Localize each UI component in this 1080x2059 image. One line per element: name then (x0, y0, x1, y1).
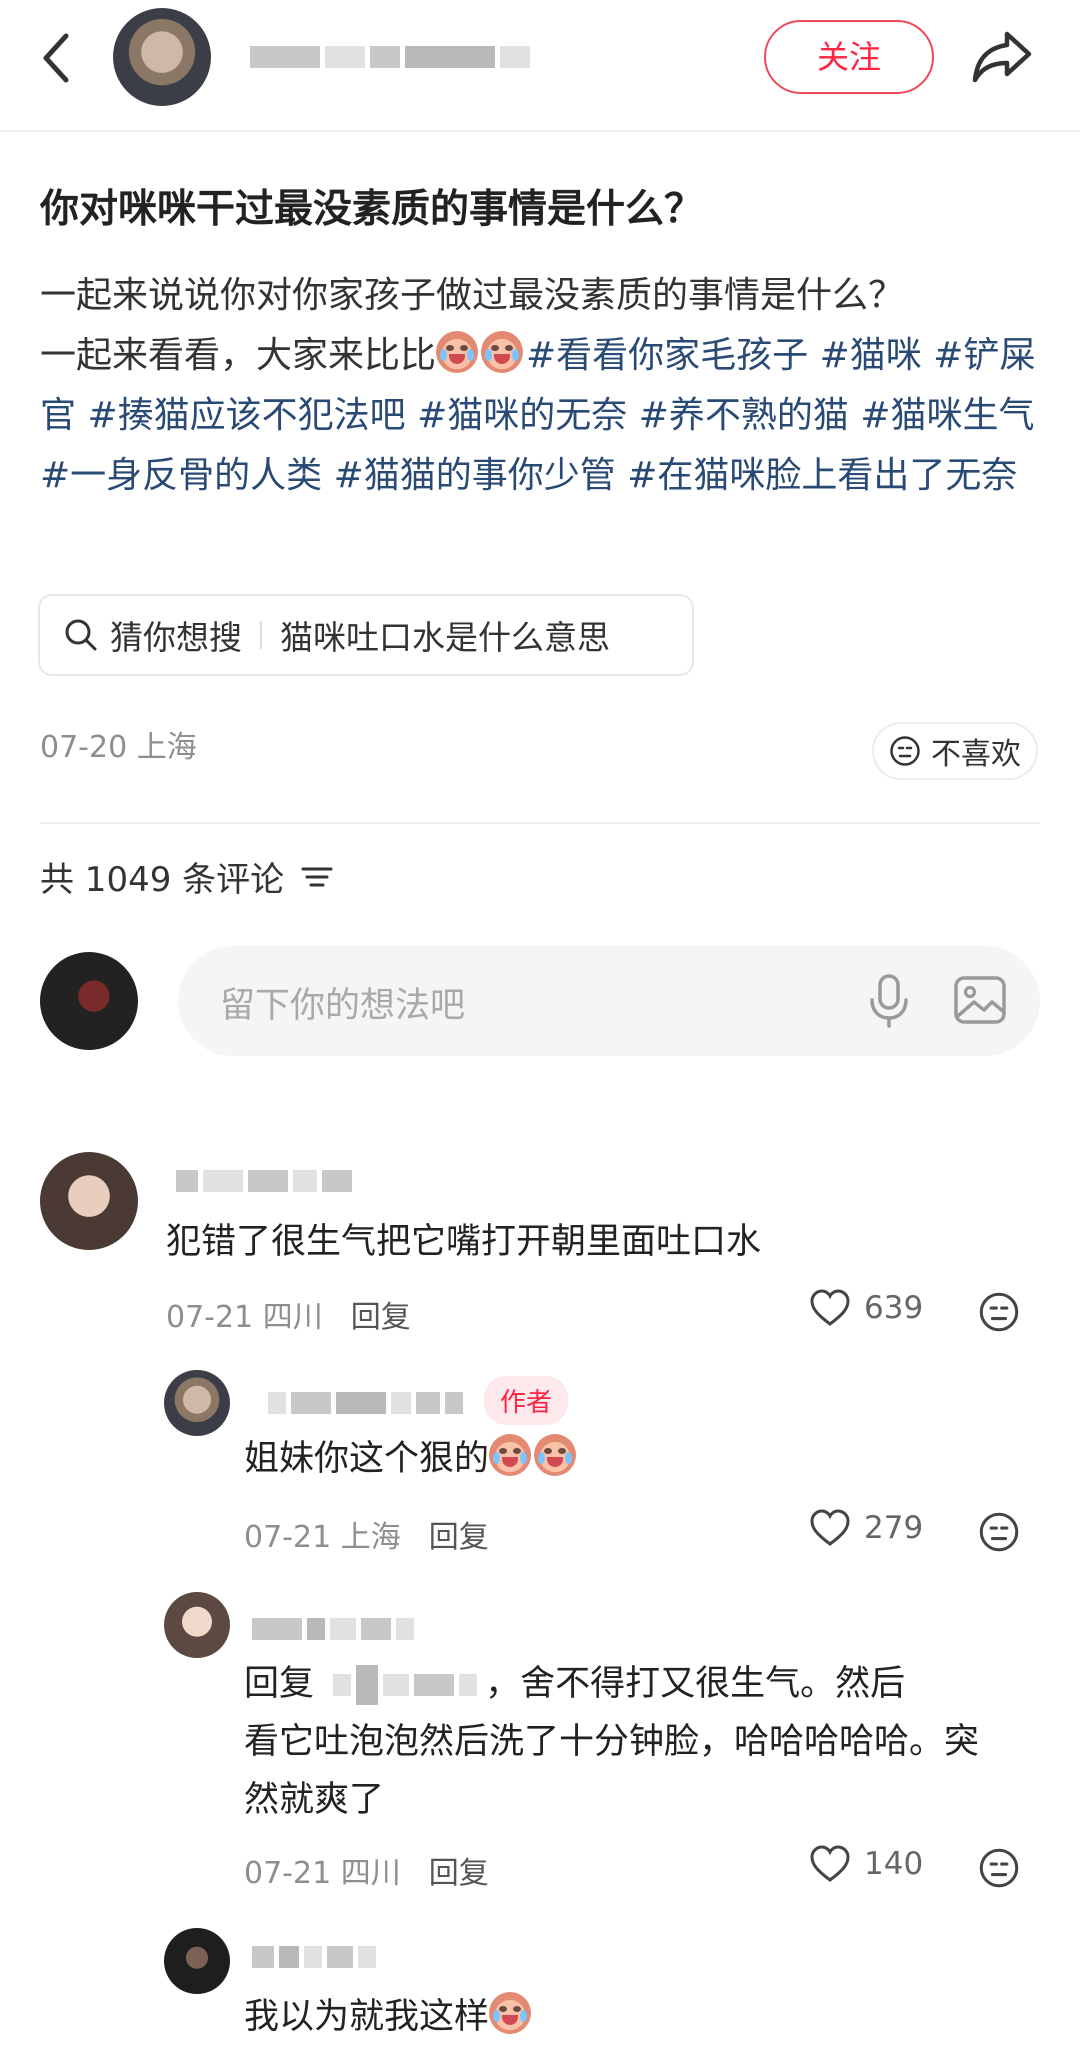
reply-prefix: 回复 (244, 1664, 315, 1704)
heart-icon (810, 1289, 850, 1326)
comment-text-content: 我以为就我这样 (244, 1997, 490, 2037)
hashtag[interactable]: #猫猫的事你少管 (334, 455, 616, 496)
comment-text: 回复 ，舍不得打又很生气。然后 看它吐泡泡然后洗了十分钟脸，哈哈哈哈哈。突 然就… (244, 1655, 979, 1829)
search-icon (65, 619, 97, 651)
microphone-icon[interactable] (864, 972, 914, 1028)
like-count: 279 (864, 1510, 924, 1546)
comment-input[interactable]: 留下你的想法吧 (178, 946, 1040, 1056)
comment-text-content: 姐妹你这个狠的 (244, 1439, 490, 1479)
comment-text: 我以为就我这样 (244, 1988, 534, 2046)
mentioned-user-blurred[interactable] (333, 1665, 478, 1705)
like-count: 639 (864, 1290, 924, 1326)
commenter-name-blurred[interactable] (176, 1170, 352, 1192)
comment-text-line-2: 看它吐泡泡然后洗了十分钟脸，哈哈哈哈哈。突 (244, 1722, 980, 1762)
comment-count: 共 1049 条评论 (40, 852, 334, 901)
hashtag[interactable]: #揍猫应该不犯法吧 (87, 395, 405, 436)
dislike-face-icon[interactable] (978, 1291, 1020, 1333)
author-name-blurred[interactable] (268, 1392, 463, 1414)
crying-emoji-icon (489, 1434, 532, 1476)
comment-meta: 07-21 四川 回复 (166, 1292, 411, 1336)
like-count: 140 (864, 1846, 924, 1882)
share-icon[interactable] (969, 24, 1035, 90)
author-badge: 作者 (484, 1376, 569, 1425)
reply-button[interactable]: 回复 (351, 1292, 411, 1336)
crying-emoji-icon (436, 331, 479, 373)
sort-icon[interactable] (300, 863, 334, 891)
divider (40, 822, 1040, 824)
author-name-blurred[interactable] (250, 46, 530, 68)
comment-meta: 07-21 上海 回复 (244, 1512, 489, 1556)
heart-icon (810, 1845, 850, 1882)
comment-date: 07-21 上海 (244, 1520, 401, 1555)
comment-date: 07-21 四川 (244, 1856, 401, 1891)
comment-text-content: ，舍不得打又很生气。然后 (485, 1664, 906, 1704)
post-date-location: 07-20 上海 (40, 730, 197, 765)
image-icon[interactable] (952, 972, 1008, 1028)
top-bar: 关注 (0, 0, 1080, 132)
commenter-avatar[interactable] (40, 1152, 138, 1250)
heart-icon (810, 1509, 850, 1546)
author-avatar[interactable] (113, 8, 211, 106)
hashtag[interactable]: #猫咪 (820, 335, 922, 376)
crying-emoji-icon (481, 331, 524, 373)
current-user-avatar (40, 952, 138, 1050)
commenter-name-blurred[interactable] (252, 1618, 414, 1640)
dislike-label: 不喜欢 (931, 737, 1021, 772)
post-title: 你对咪咪干过最没素质的事情是什么？ (40, 187, 704, 232)
search-query: 猫咪吐口水是什么意思 (280, 618, 610, 657)
like-button[interactable]: 639 (808, 1288, 923, 1328)
commenter-name-blurred[interactable] (252, 1946, 376, 1968)
comment-text: 姐妹你这个狠的 (244, 1430, 579, 1488)
post-description: 一起来说说你对你家孩子做过最没素质的事情是什么？ 一起来看看，大家来比比 #看看你… (40, 266, 1040, 506)
hashtag[interactable]: #一身反骨的人类 (40, 455, 322, 496)
commenter-avatar[interactable] (164, 1928, 230, 1994)
dislike-button[interactable]: 不喜欢 (872, 722, 1038, 780)
dislike-face-icon[interactable] (978, 1847, 1020, 1889)
reply-button[interactable]: 回复 (429, 1512, 489, 1556)
hashtag[interactable]: #猫咪的无奈 (417, 395, 627, 436)
like-button[interactable]: 279 (808, 1508, 923, 1548)
reply-button[interactable]: 回复 (429, 1848, 489, 1892)
hashtag[interactable]: #养不熟的猫 (639, 395, 849, 436)
comment-text: 犯错了很生气把它嘴打开朝里面吐口水 (166, 1222, 762, 1262)
comment-text-line-3: 然就爽了 (244, 1780, 385, 1820)
crying-emoji-icon (534, 1434, 577, 1476)
crying-emoji-icon (489, 1992, 532, 2034)
hashtag[interactable]: #看看你家毛孩子 (526, 335, 808, 376)
commenter-avatar[interactable] (164, 1592, 230, 1658)
comment-meta: 07-21 四川 回复 (244, 1848, 489, 1892)
dislike-face-icon[interactable] (978, 1511, 1020, 1553)
hashtag[interactable]: #猫咪生气 (860, 395, 1034, 436)
comment-date: 07-21 四川 (166, 1300, 323, 1335)
like-button[interactable]: 140 (808, 1844, 923, 1884)
comment-count-label: 共 1049 条评论 (40, 860, 285, 900)
suggested-search-chip[interactable]: 猜你想搜 猫咪吐口水是什么意思 (38, 594, 694, 676)
desc-line-1: 一起来说说你对你家孩子做过最没素质的事情是什么？ (40, 275, 905, 316)
desc-line-2: 一起来看看，大家来比比 (40, 335, 437, 376)
back-icon[interactable] (36, 28, 76, 88)
follow-button[interactable]: 关注 (764, 20, 934, 94)
neutral-face-icon (890, 736, 920, 766)
separator (260, 621, 262, 649)
comment-input-placeholder: 留下你的想法吧 (220, 986, 466, 1026)
author-avatar-small[interactable] (164, 1370, 230, 1436)
search-prefix: 猜你想搜 (110, 618, 242, 657)
hashtag[interactable]: #在猫咪脸上看出了无奈 (627, 455, 1017, 496)
